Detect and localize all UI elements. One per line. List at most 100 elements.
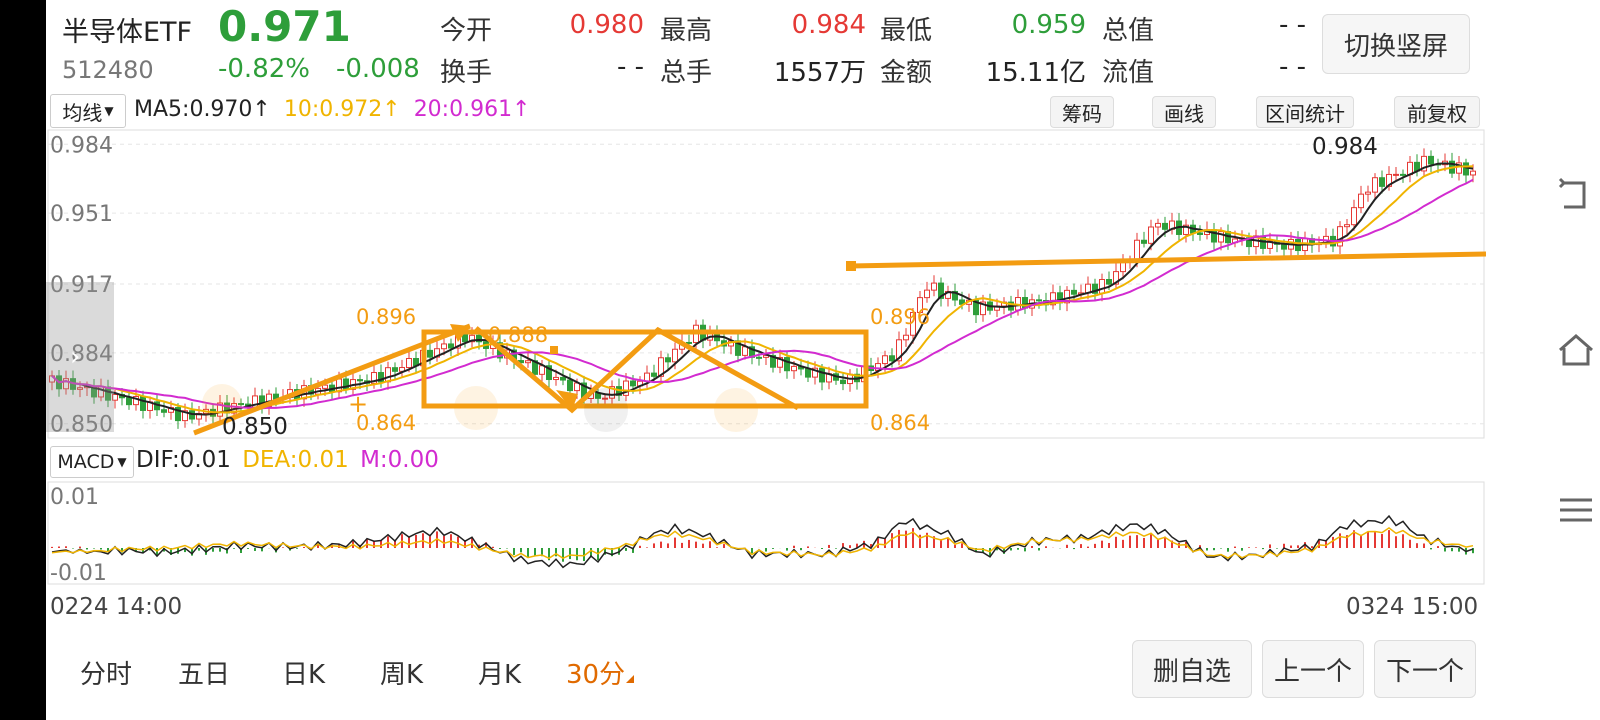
candle-body	[1463, 162, 1469, 176]
macd-bar	[800, 548, 802, 551]
macd-bar	[772, 548, 774, 549]
macd-bar	[1367, 531, 1369, 548]
stat-label-amount: 金额	[880, 58, 933, 88]
tab-weekly-k[interactable]: 周K	[380, 654, 423, 691]
macd-bar	[1073, 548, 1075, 550]
draw-line-button[interactable]: 画线	[1152, 96, 1216, 128]
candle-body	[126, 397, 132, 406]
macd-bar	[674, 537, 676, 548]
stat-value-total-value: - -	[1278, 10, 1306, 40]
candle-body	[630, 380, 636, 387]
macd-bar	[954, 544, 956, 548]
macd-bar	[1080, 544, 1082, 548]
stat-value-float-value: - -	[1278, 52, 1306, 82]
macd-bar	[429, 536, 431, 548]
stat-value-volume: 1557万	[773, 58, 866, 88]
macd-bar	[198, 548, 200, 551]
macd-lines	[51, 514, 1474, 569]
candle-body	[1141, 239, 1147, 244]
candle-body	[903, 334, 909, 341]
tab-five-day[interactable]: 五日	[178, 654, 230, 691]
ma-selector[interactable]: 均线 ▼	[50, 94, 126, 128]
candle-body	[1134, 239, 1140, 261]
price-chart[interactable]: + 0.9840.9510.9170.8840.850 0.9840.8500.…	[46, 128, 1486, 440]
stat-label-low: 最低	[880, 16, 933, 46]
candle-body	[1379, 177, 1385, 187]
macd-chart[interactable]: 0.01 -0.01	[46, 480, 1486, 586]
candle-body	[889, 355, 895, 362]
remove-watchlist-button[interactable]: 删自选	[1132, 640, 1252, 698]
tab-intraday[interactable]: 分时	[80, 654, 132, 691]
candle-body	[1400, 173, 1406, 176]
next-stock-button[interactable]: 下一个	[1374, 640, 1476, 698]
candle-body	[686, 341, 692, 344]
menu-icon[interactable]	[1556, 490, 1596, 530]
macd-bar	[723, 544, 725, 548]
stat-value-amount: 15.11亿	[985, 58, 1086, 88]
macd-bar	[751, 548, 753, 554]
candle-body	[567, 379, 573, 392]
change-percent: -0.82%	[218, 54, 310, 84]
macd-bar	[555, 548, 557, 557]
back-icon[interactable]	[1556, 175, 1596, 215]
candle-body	[1036, 299, 1042, 302]
macd-bar	[219, 548, 221, 552]
ma-values: MA5:0.970↑ 10:0.972↑ 20:0.961↑	[134, 97, 531, 122]
macd-bar	[1220, 548, 1222, 549]
dif-value: DIF:0.01	[136, 447, 231, 473]
macd-bar	[1360, 534, 1362, 548]
range-stats-button[interactable]: 区间统计	[1256, 96, 1354, 128]
macd-bar	[1297, 545, 1299, 548]
stat-label-total-value: 总值	[1102, 16, 1155, 46]
chevron-down-icon: ▼	[104, 104, 114, 118]
macd-y-tick-bottom: -0.01	[50, 561, 107, 586]
candle-body	[924, 289, 930, 299]
rotate-screen-button[interactable]: 切换竖屏	[1322, 14, 1470, 74]
stock-name: 半导体ETF	[62, 17, 193, 48]
macd-bar	[65, 546, 67, 548]
ma-selector-label: 均线	[62, 100, 103, 125]
chart-scroll-left-handle[interactable]: ›	[46, 282, 114, 432]
macd-chart-frame	[47, 481, 1485, 585]
macd-bar	[1290, 545, 1292, 548]
macd-bar	[695, 541, 697, 548]
macd-bar	[1248, 547, 1250, 548]
macd-bar	[1136, 535, 1138, 548]
ma5-arrow: ↑	[252, 97, 271, 122]
ma20-line	[51, 178, 1474, 410]
macd-bar	[1409, 539, 1411, 548]
macd-bar	[86, 548, 88, 550]
macd-bar	[1374, 532, 1376, 548]
candle-body	[406, 357, 412, 369]
home-icon[interactable]	[1556, 330, 1596, 370]
macd-bar	[1143, 537, 1145, 548]
stat-value-low: 0.959	[1011, 10, 1086, 40]
macd-bar	[688, 539, 690, 548]
dea-value: DEA:0.01	[242, 447, 349, 473]
trend-drawings[interactable]: +	[193, 251, 1486, 436]
macd-bar	[653, 543, 655, 548]
macd-bar	[1332, 536, 1334, 548]
tab-30min[interactable]: 30分	[566, 654, 635, 691]
macd-bar	[1122, 539, 1124, 548]
macd-bar	[520, 548, 522, 553]
resistance-anchor	[846, 261, 856, 271]
stat-label-turnover: 换手	[440, 58, 493, 88]
macd-bar	[534, 548, 536, 557]
candle-body	[1393, 173, 1399, 176]
tab-daily-k[interactable]: 日K	[282, 654, 325, 691]
macd-bar	[898, 529, 900, 548]
tab-monthly-k[interactable]: 月K	[478, 654, 521, 691]
candle-body	[392, 367, 398, 372]
macd-bar	[492, 546, 494, 548]
forward-adjust-button[interactable]: 前复权	[1394, 96, 1480, 128]
macd-bar	[786, 548, 788, 551]
candle-body	[1281, 243, 1287, 250]
candle-body	[651, 372, 657, 377]
chips-button[interactable]: 筹码	[1050, 96, 1114, 128]
indicator-selector[interactable]: MACD ▼	[50, 446, 134, 478]
macd-bar	[282, 547, 284, 548]
macd-bar	[93, 548, 95, 549]
previous-stock-button[interactable]: 上一个	[1262, 640, 1364, 698]
candle-body	[322, 384, 328, 389]
